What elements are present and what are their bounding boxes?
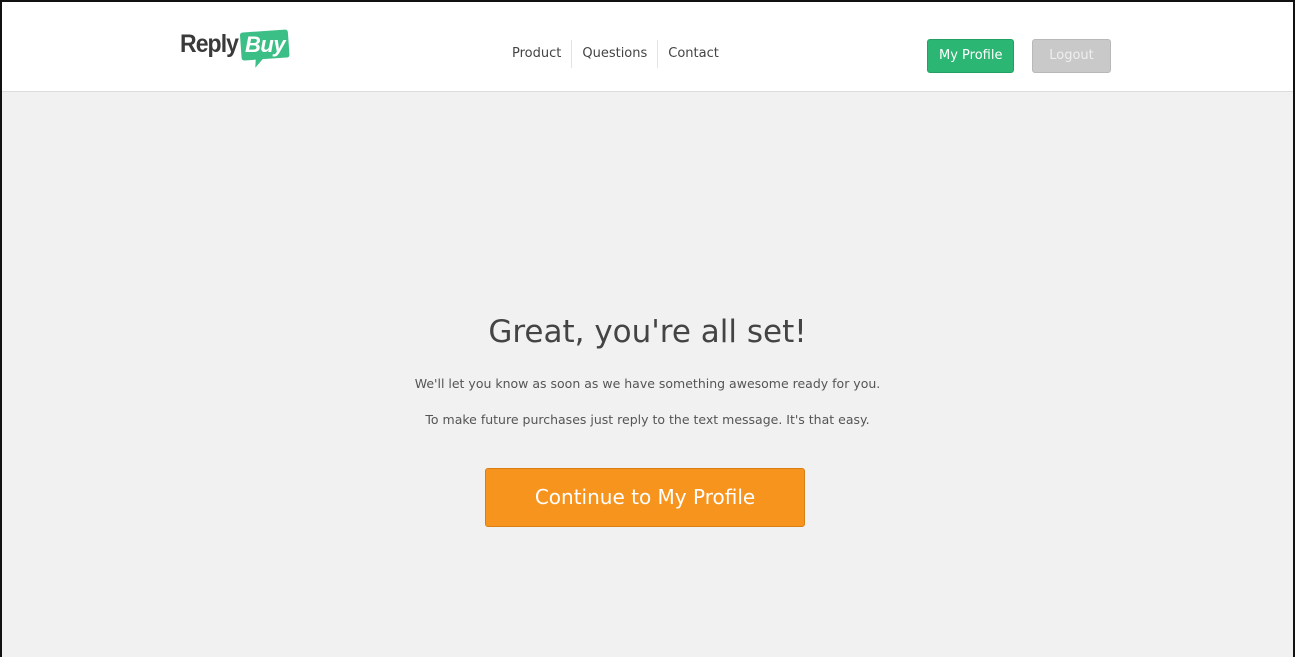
confirmation-panel: Great, you're all set! We'll let you kno…: [2, 92, 1293, 657]
site-header: Reply Buy Product Questions Contact My P…: [2, 2, 1293, 92]
nav-questions-link[interactable]: Questions: [572, 42, 657, 66]
continue-to-profile-button[interactable]: Continue to My Profile: [485, 468, 805, 527]
logo-reply-text: Reply: [180, 30, 239, 58]
my-profile-button[interactable]: My Profile: [927, 39, 1015, 73]
page-title: Great, you're all set!: [488, 314, 807, 350]
nav-product-link[interactable]: Product: [502, 42, 571, 66]
nav-contact-link[interactable]: Contact: [658, 42, 729, 66]
app-window: Reply Buy Product Questions Contact My P…: [0, 0, 1295, 657]
main-nav: Product Questions Contact: [502, 40, 729, 68]
logo-buy-text: Buy: [245, 32, 286, 57]
instructions-message: To make future purchases just reply to t…: [425, 412, 870, 427]
logout-button[interactable]: Logout: [1032, 39, 1111, 73]
confirmation-message: We'll let you know as soon as we have so…: [414, 376, 881, 391]
